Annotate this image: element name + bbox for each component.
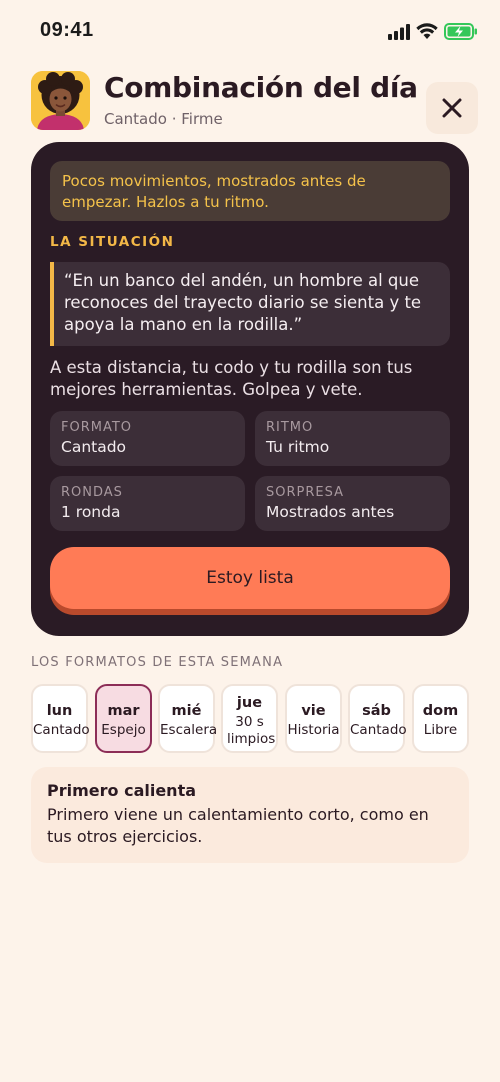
tile-format: FORMATO Cantado <box>50 411 245 466</box>
day-format: Espejo <box>101 722 146 738</box>
tile-value: Mostrados antes <box>266 503 395 521</box>
situation-advice: A esta distancia, tu codo y tu rodilla s… <box>50 358 413 399</box>
day-name: mié <box>171 703 202 719</box>
day-format: Escalera <box>160 722 218 738</box>
tile-value: Cantado <box>61 438 127 456</box>
day-format: Historia <box>287 722 340 738</box>
day-format: Libre <box>423 722 458 738</box>
day-format: Cantado <box>33 722 90 738</box>
day-chip-sab[interactable]: sáb Cantado <box>348 684 407 753</box>
page-title: Combinación del día <box>104 71 418 104</box>
day-name: sáb <box>362 703 391 719</box>
day-name: jue <box>236 695 263 711</box>
tile-label: SORPRESA <box>266 485 344 500</box>
avatar <box>31 71 90 130</box>
day-format: 30 s limpios <box>227 714 276 747</box>
day-format: Cantado <box>350 722 407 738</box>
info-text: Primero viene un calentamiento corto, co… <box>47 805 429 846</box>
week-formats-label: LOS FORMATOS DE ESTA SEMANA <box>31 655 284 670</box>
day-chip-mar[interactable]: mar Espejo <box>95 684 152 753</box>
battery-charging-icon <box>444 23 477 40</box>
wifi-icon <box>416 23 438 39</box>
tile-rhythm: RITMO Tu ritmo <box>255 411 450 466</box>
day-name: dom <box>422 703 459 719</box>
tile-rounds: RONDAS 1 ronda <box>50 476 245 531</box>
tile-label: FORMATO <box>61 420 133 435</box>
info-title: Primero calienta <box>47 781 197 800</box>
day-chip-vie[interactable]: vie Historia <box>285 684 342 753</box>
day-chip-jue[interactable]: jue 30 s limpios <box>221 684 278 753</box>
tile-value: 1 ronda <box>61 503 121 521</box>
tile-surprise: SORPRESA Mostrados antes <box>255 476 450 531</box>
day-name: lun <box>46 703 73 719</box>
tip-banner: Pocos movimientos, mostrados antes de em… <box>50 161 450 221</box>
cellular-signal-icon <box>388 24 410 40</box>
page-subtitle: Cantado · Firme <box>104 110 223 128</box>
day-name: mar <box>107 703 140 719</box>
tile-value: Tu ritmo <box>266 438 330 456</box>
day-chip-mie[interactable]: mié Escalera <box>158 684 218 753</box>
ready-button[interactable]: Estoy lista <box>50 547 450 609</box>
close-icon <box>442 98 462 118</box>
status-bar: 09:41 <box>0 0 500 62</box>
warmup-info-card: Primero calienta Primero viene un calent… <box>31 767 469 863</box>
day-chip-lun[interactable]: lun Cantado <box>31 684 90 753</box>
situation-label: LA SITUACIÓN <box>50 234 175 250</box>
situation-quote: “En un banco del andén, un hombre al que… <box>50 262 450 346</box>
day-chip-dom[interactable]: dom Libre <box>412 684 469 753</box>
close-button[interactable] <box>426 82 478 134</box>
tile-label: RITMO <box>266 420 314 435</box>
tile-label: RONDAS <box>61 485 123 500</box>
status-time: 09:41 <box>40 19 94 41</box>
day-name: vie <box>301 703 326 719</box>
challenge-card: Pocos movimientos, mostrados antes de em… <box>31 142 469 636</box>
